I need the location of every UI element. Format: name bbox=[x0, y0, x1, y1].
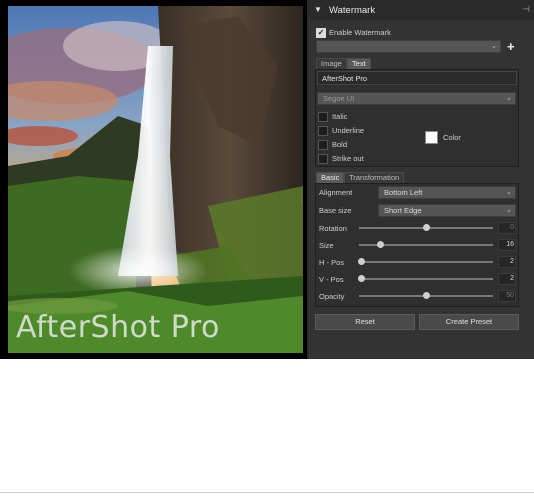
image-preview-frame: AfterShot Pro bbox=[0, 0, 307, 359]
triangle-down-icon[interactable]: ▼ bbox=[314, 5, 322, 14]
v-pos-label: V - Pos bbox=[319, 275, 344, 284]
h-pos-label: H - Pos bbox=[319, 258, 345, 267]
color-swatch[interactable] bbox=[425, 131, 438, 144]
underline-label: Underline bbox=[332, 126, 365, 135]
size-slider-thumb[interactable] bbox=[376, 241, 384, 248]
text-settings-box: AfterShot Pro Segoe UI ⌄ Italic Underlin… bbox=[315, 69, 519, 167]
strikeout-checkbox[interactable] bbox=[318, 154, 328, 164]
h-pos-slider-track[interactable] bbox=[359, 261, 493, 263]
rotation-label: Rotation bbox=[319, 224, 347, 233]
v-pos-slider-track[interactable] bbox=[359, 278, 493, 280]
add-preset-button[interactable]: + bbox=[507, 39, 515, 54]
panel-title: Watermark bbox=[329, 5, 376, 16]
opacity-label: Opacity bbox=[319, 292, 345, 301]
font-dropdown[interactable]: Segoe UI ⌄ bbox=[317, 92, 516, 105]
chevron-down-icon: ⌄ bbox=[490, 41, 497, 50]
waterfall-photo: AfterShot Pro bbox=[8, 6, 303, 353]
enable-watermark-checkbox[interactable]: ✓ bbox=[316, 28, 326, 38]
watermark-text-input[interactable]: AfterShot Pro bbox=[317, 71, 517, 85]
h-pos-value[interactable]: 2 bbox=[498, 256, 516, 268]
strikeout-label: Strike out bbox=[332, 154, 364, 163]
alignment-value: Bottom Left bbox=[384, 188, 423, 197]
size-label: Size bbox=[319, 241, 334, 250]
basic-settings-box: Alignment Bottom Left ⌄ Base size Short … bbox=[315, 183, 519, 307]
bold-label: Bold bbox=[332, 140, 348, 149]
watermark-text-value: AfterShot Pro bbox=[322, 74, 368, 83]
base-size-value: Short Edge bbox=[384, 206, 422, 215]
create-preset-button[interactable]: Create Preset bbox=[419, 314, 519, 330]
preset-dropdown[interactable]: ⌄ bbox=[316, 40, 501, 53]
landscape-image bbox=[8, 6, 303, 353]
bottom-divider bbox=[0, 492, 534, 493]
color-label: Color bbox=[443, 133, 461, 142]
reset-button[interactable]: Reset bbox=[315, 314, 415, 330]
base-size-label: Base size bbox=[319, 206, 352, 215]
splitter-grip-icon[interactable]: · · · bbox=[300, 194, 303, 208]
rotation-value[interactable]: 0 bbox=[498, 222, 516, 234]
opacity-value[interactable]: 50 bbox=[498, 290, 516, 302]
chevron-down-icon: ⌄ bbox=[505, 93, 512, 102]
alignment-dropdown[interactable]: Bottom Left ⌄ bbox=[378, 186, 516, 199]
h-pos-slider-thumb[interactable] bbox=[358, 258, 366, 265]
chevron-down-icon: ⌄ bbox=[505, 205, 512, 214]
watermark-overlay-text: AfterShot Pro bbox=[16, 310, 220, 345]
watermark-panel: ▼ Watermark ⊣ ✓ Enable Watermark ⌄ + Ima… bbox=[309, 0, 534, 359]
base-size-dropdown[interactable]: Short Edge ⌄ bbox=[378, 204, 516, 217]
opacity-slider-thumb[interactable] bbox=[422, 292, 430, 299]
alignment-label: Alignment bbox=[319, 188, 353, 197]
panel-header[interactable]: ▼ Watermark ⊣ bbox=[309, 0, 534, 20]
font-value: Segoe UI bbox=[323, 94, 355, 103]
v-pos-value[interactable]: 2 bbox=[498, 273, 516, 285]
pin-icon[interactable]: ⊣ bbox=[522, 4, 530, 15]
rotation-slider-thumb[interactable] bbox=[422, 224, 430, 231]
chevron-down-icon: ⌄ bbox=[505, 187, 512, 196]
bold-checkbox[interactable] bbox=[318, 140, 328, 150]
italic-label: Italic bbox=[332, 112, 348, 121]
size-value[interactable]: 16 bbox=[498, 239, 516, 251]
v-pos-slider-thumb[interactable] bbox=[358, 275, 366, 282]
italic-checkbox[interactable] bbox=[318, 112, 328, 122]
enable-watermark-label: Enable Watermark bbox=[329, 28, 391, 37]
underline-checkbox[interactable] bbox=[318, 126, 328, 136]
